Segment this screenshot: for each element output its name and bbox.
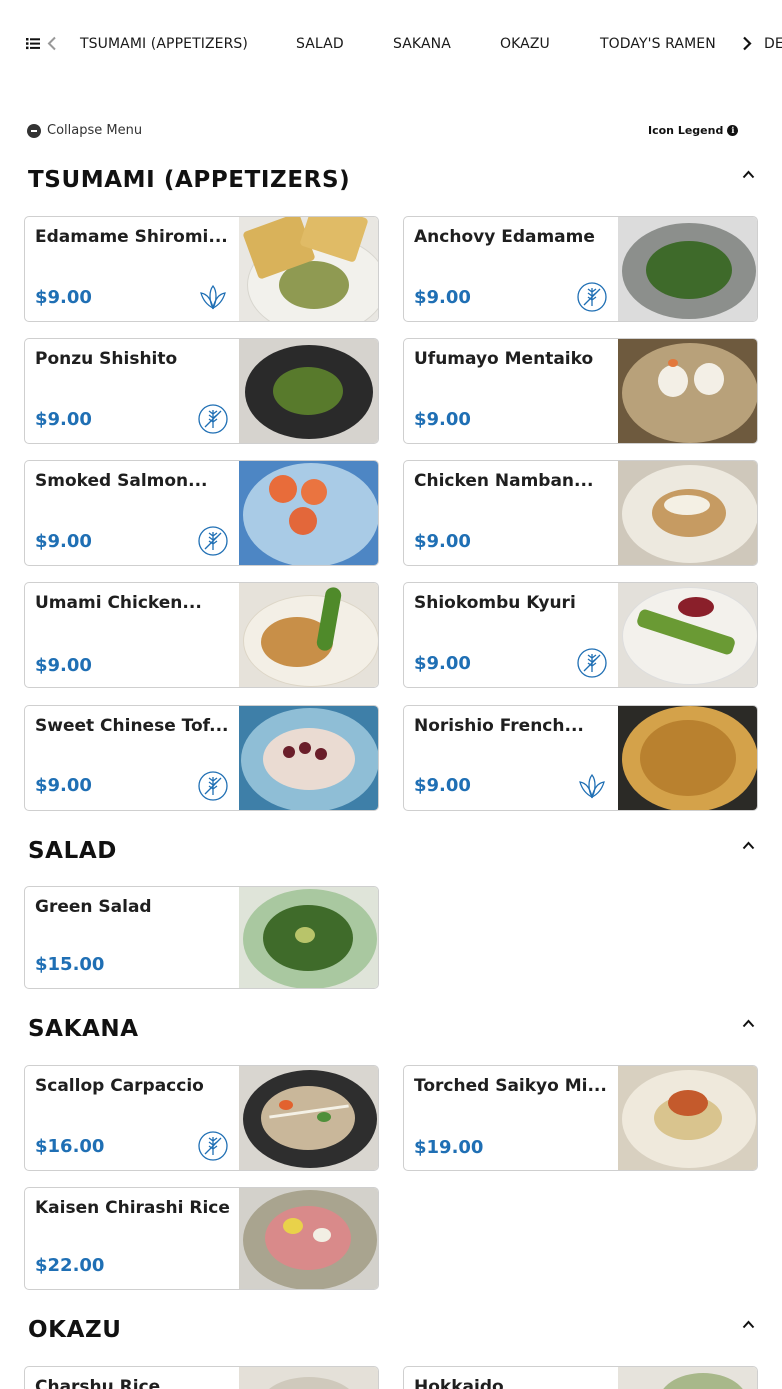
menu-item-card[interactable]: Torched Saikyo Mi... $19.00 (403, 1065, 758, 1171)
menu-item-card[interactable]: Edamame Shiromi... $9.00 (24, 216, 379, 322)
item-name: Charshu Rice (35, 1377, 161, 1389)
icon-legend-button[interactable]: Icon Legend i (648, 124, 739, 137)
item-name: Edamame Shiromi... (35, 227, 228, 247)
menu-item-card[interactable]: Kaisen Chirashi Rice $22.00 (24, 1187, 379, 1290)
item-name: Sweet Chinese Tof... (35, 716, 229, 736)
item-photo (239, 706, 378, 810)
nav-tab-sakana[interactable]: SAKANA (393, 36, 451, 52)
minus-circle-icon (27, 123, 41, 138)
item-name: Torched Saikyo Mi... (414, 1076, 607, 1096)
gluten-free-icon (198, 404, 228, 434)
item-photo (239, 461, 378, 565)
menu-item-card[interactable]: Ponzu Shishito $9.00 (24, 338, 379, 444)
item-photo (239, 1188, 378, 1289)
item-name: Shiokombu Kyuri (414, 593, 576, 613)
item-price: $16.00 (35, 1136, 105, 1157)
item-price: $9.00 (35, 775, 92, 796)
nav-tab-todays-ramen[interactable]: TODAY'S RAMEN (600, 36, 716, 52)
item-name: Scallop Carpaccio (35, 1076, 204, 1096)
info-icon: i (727, 125, 739, 136)
list-icon[interactable] (26, 37, 40, 50)
section-title-tsumami: TSUMAMI (APPETIZERS) (28, 167, 351, 193)
collapse-menu-button[interactable]: Collapse Menu (27, 123, 142, 138)
item-name: Smoked Salmon... (35, 471, 208, 491)
gluten-free-icon (198, 1131, 228, 1161)
item-photo (618, 461, 757, 565)
chevron-up-icon[interactable] (742, 170, 755, 179)
nav-tab-tsumami[interactable]: TSUMAMI (APPETIZERS) (80, 36, 248, 52)
item-price: $9.00 (414, 287, 471, 308)
nav-tab-dessert[interactable]: DE (764, 36, 782, 52)
item-photo (618, 706, 757, 810)
vegan-leaf-icon (200, 284, 226, 310)
item-price: $19.00 (414, 1137, 484, 1158)
category-nav: TSUMAMI (APPETIZERS) SALAD SAKANA OKAZU … (0, 0, 782, 88)
item-name: Green Salad (35, 897, 152, 917)
item-photo (239, 887, 378, 988)
item-photo (239, 1367, 378, 1389)
item-name: Chicken Namban... (414, 471, 594, 491)
item-price: $9.00 (35, 409, 92, 430)
nav-tab-salad[interactable]: SALAD (296, 36, 344, 52)
menu-item-card[interactable]: Ufumayo Mentaiko $9.00 (403, 338, 758, 444)
menu-item-card[interactable]: Umami Chicken... $9.00 (24, 582, 379, 688)
menu-item-card[interactable]: Anchovy Edamame $9.00 (403, 216, 758, 322)
nav-tab-okazu[interactable]: OKAZU (500, 36, 550, 52)
item-photo (239, 217, 378, 321)
item-price: $9.00 (35, 287, 92, 308)
section-title-okazu: OKAZU (28, 1317, 122, 1343)
item-name: Umami Chicken... (35, 593, 202, 613)
menu-item-card[interactable]: Hokkaido (403, 1366, 758, 1389)
item-name: Anchovy Edamame (414, 227, 595, 247)
vegan-leaf-icon (579, 773, 605, 799)
item-price: $9.00 (35, 531, 92, 552)
gluten-free-icon (577, 282, 607, 312)
section-title-sakana: SAKANA (28, 1016, 139, 1042)
chevron-left-icon[interactable] (47, 36, 57, 51)
item-price: $22.00 (35, 1255, 105, 1276)
gluten-free-icon (198, 771, 228, 801)
nav-overflow: DE (760, 0, 782, 88)
item-photo (618, 1066, 757, 1170)
item-price: $15.00 (35, 954, 105, 975)
item-price: $9.00 (35, 655, 92, 676)
menu-item-card[interactable]: Green Salad $15.00 (24, 886, 379, 989)
item-price: $9.00 (414, 409, 471, 430)
chevron-right-icon[interactable] (742, 36, 752, 51)
menu-item-card[interactable]: Norishio French... $9.00 (403, 705, 758, 811)
item-photo (618, 339, 757, 443)
item-photo (239, 583, 378, 687)
item-price: $9.00 (414, 531, 471, 552)
chevron-up-icon[interactable] (742, 1019, 755, 1028)
item-photo (618, 583, 757, 687)
collapse-menu-label: Collapse Menu (47, 123, 143, 138)
item-name: Norishio French... (414, 716, 584, 736)
icon-legend-label: Icon Legend (648, 124, 724, 137)
gluten-free-icon (198, 526, 228, 556)
item-photo (618, 1367, 757, 1389)
item-photo (239, 1066, 378, 1170)
item-name: Ufumayo Mentaiko (414, 349, 594, 369)
item-price: $9.00 (414, 775, 471, 796)
gluten-free-icon (577, 648, 607, 678)
item-name: Kaisen Chirashi Rice (35, 1198, 230, 1218)
item-name: Hokkaido (414, 1377, 504, 1389)
item-photo (618, 217, 757, 321)
menu-item-card[interactable]: Shiokombu Kyuri $9.00 (403, 582, 758, 688)
menu-item-card[interactable]: Smoked Salmon... $9.00 (24, 460, 379, 566)
chevron-up-icon[interactable] (742, 841, 755, 850)
menu-item-card[interactable]: Charshu Rice (24, 1366, 379, 1389)
section-title-salad: SALAD (28, 838, 117, 864)
menu-item-card[interactable]: Chicken Namban... $9.00 (403, 460, 758, 566)
item-photo (239, 339, 378, 443)
menu-item-card[interactable]: Sweet Chinese Tof... $9.00 (24, 705, 379, 811)
item-name: Ponzu Shishito (35, 349, 178, 369)
chevron-up-icon[interactable] (742, 1320, 755, 1329)
item-price: $9.00 (414, 653, 471, 674)
menu-item-card[interactable]: Scallop Carpaccio $16.00 (24, 1065, 379, 1171)
